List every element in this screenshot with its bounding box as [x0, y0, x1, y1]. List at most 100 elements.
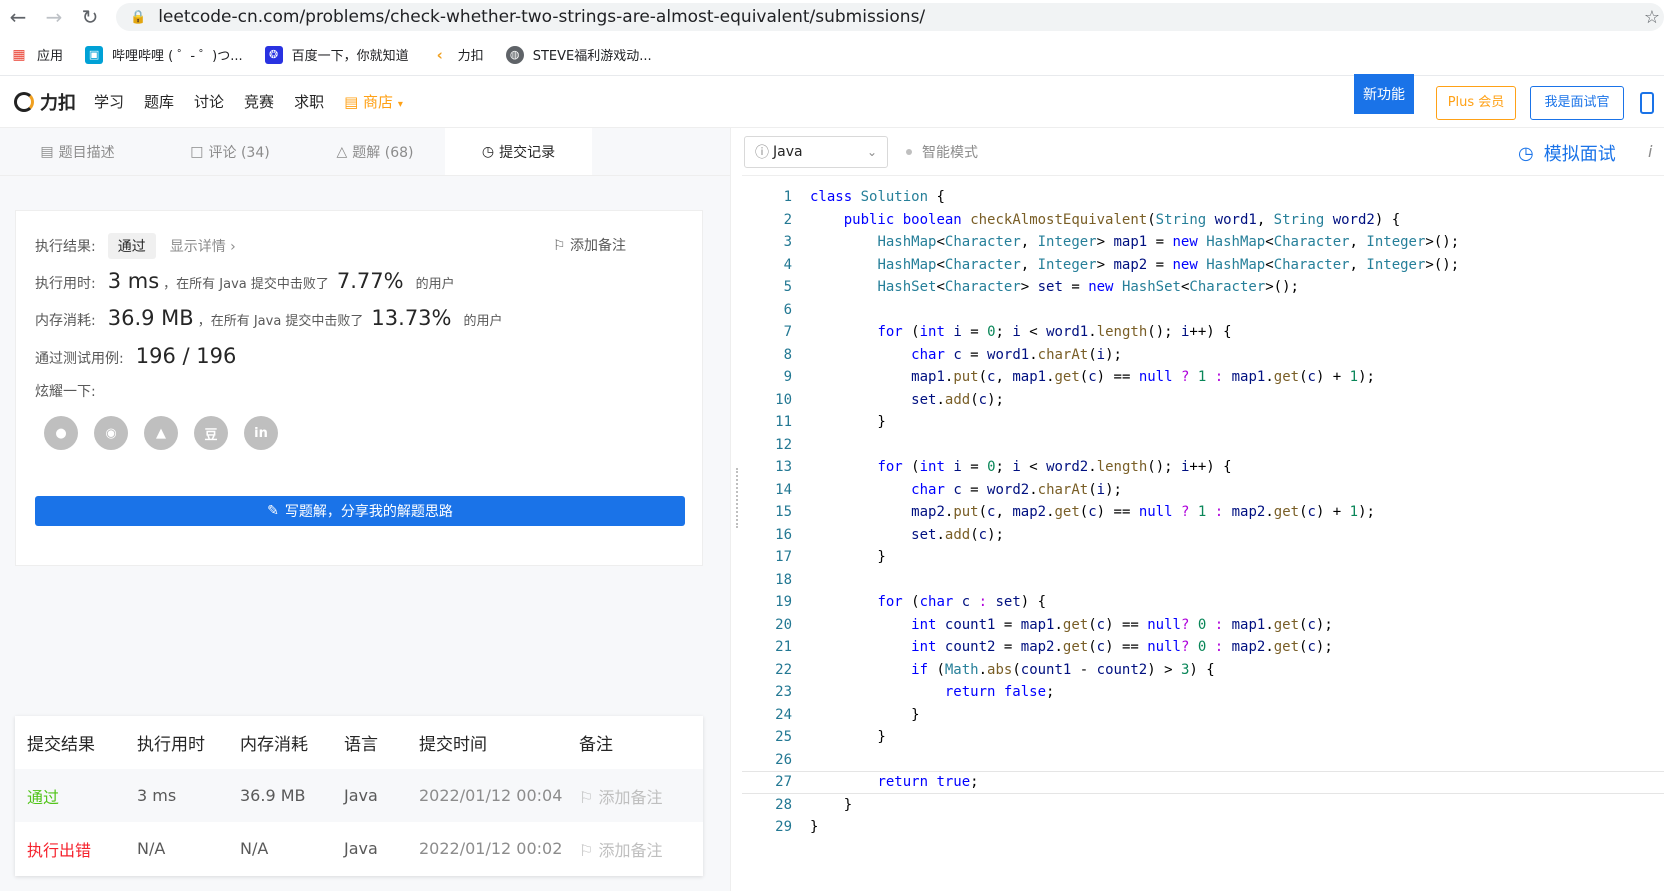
problem-tabs: ▤ 题目描述 □ 评论 (34) △ 题解 (68) ◷ 提交记录 — [0, 128, 730, 176]
code-line[interactable]: 20 int count1 = map1.get(c) == null? 0 :… — [742, 614, 1664, 637]
add-note-button[interactable]: ⚐ 添加备注 — [553, 235, 626, 255]
line-number: 14 — [775, 481, 792, 498]
interviewer-button[interactable]: 我是面试官 — [1530, 86, 1624, 120]
code-line[interactable]: 2 public boolean checkAlmostEquivalent(S… — [742, 209, 1664, 232]
code-line[interactable]: 14 char c = word2.charAt(i); — [742, 479, 1664, 502]
code-line[interactable]: 28 } — [742, 794, 1664, 817]
nav-discuss[interactable]: 讨论 — [194, 91, 224, 112]
code-line[interactable]: 4 HashMap<Character, Integer> map2 = new… — [742, 254, 1664, 277]
code-text: HashSet<Character> set = new HashSet<Cha… — [877, 279, 1299, 295]
table-row[interactable]: 通过 3 ms 36.9 MB Java 2022/01/12 00:04 ⚐ … — [15, 769, 703, 822]
language-select[interactable]: ⓘ Java ⌄ — [744, 135, 888, 168]
reload-icon[interactable]: ↻ — [72, 5, 108, 29]
nav-learn[interactable]: 学习 — [94, 91, 124, 112]
row-status[interactable]: 通过 — [15, 784, 125, 808]
linkedin-icon[interactable]: in — [244, 416, 278, 450]
table-row[interactable]: 执行出错 N/A N/A Java 2022/01/12 00:02 ⚐ 添加备… — [15, 822, 703, 875]
write-solution-button[interactable]: ✎ 写题解，分享我的解题思路 — [35, 496, 685, 526]
code-line[interactable]: 27 return true; — [742, 771, 1664, 794]
runtime-percent: 7.77% — [336, 269, 404, 293]
plus-member-button[interactable]: Plus 会员 — [1436, 86, 1516, 120]
code-area[interactable]: 1 class Solution {2 public boolean checkA… — [742, 186, 1664, 839]
bookmark-steve[interactable]: ◍ STEVE福利游戏动... — [505, 45, 652, 64]
code-line[interactable]: 24 } — [742, 704, 1664, 727]
bookmark-leetcode[interactable]: ‹ 力扣 — [431, 45, 484, 65]
code-line[interactable]: 18 — [742, 569, 1664, 592]
row-language: Java — [344, 786, 378, 805]
code-line[interactable]: 25 } — [742, 726, 1664, 749]
mock-interview-button[interactable]: ◷ 模拟面试 — [1518, 140, 1616, 166]
line-number: 3 — [783, 234, 792, 250]
row-status[interactable]: 执行出错 — [15, 837, 125, 861]
leetcode-logo[interactable]: 力扣 — [14, 89, 76, 115]
qq-icon[interactable]: ▲ — [144, 416, 178, 450]
code-line[interactable]: 19 for (char c : set) { — [742, 591, 1664, 614]
row-runtime: N/A — [137, 839, 166, 858]
new-feature-badge[interactable]: 新功能 — [1354, 74, 1414, 114]
info-icon[interactable]: i — [1648, 142, 1652, 161]
row-add-note[interactable]: ⚐ 添加备注 — [567, 837, 703, 861]
code-line[interactable]: 1 class Solution { — [742, 186, 1664, 209]
shop-label: 商店 — [363, 93, 394, 111]
code-line[interactable]: 15 map2.put(c, map2.get(c) == null ? 1 :… — [742, 501, 1664, 524]
code-text: public boolean checkAlmostEquivalent(Str… — [843, 211, 1401, 228]
bookmark-apps[interactable]: ▦ 应用 — [10, 45, 63, 65]
code-line[interactable]: 9 map1.put(c, map1.get(c) == null ? 1 : … — [742, 366, 1664, 389]
nav-jobs[interactable]: 求职 — [294, 91, 324, 112]
code-line[interactable]: 17 } — [742, 546, 1664, 569]
code-line[interactable]: 23 return false; — [742, 681, 1664, 704]
nav-contest[interactable]: 竞赛 — [244, 91, 274, 112]
code-line[interactable]: 12 — [742, 434, 1664, 457]
douban-icon[interactable]: 豆 — [194, 416, 228, 450]
code-line[interactable]: 22 if (Math.abs(count1 - count2) > 3) { — [742, 659, 1664, 682]
leetcode-icon: ‹ — [436, 45, 443, 64]
row-add-note[interactable]: ⚐ 添加备注 — [567, 784, 703, 808]
code-line[interactable]: 16 set.add(c); — [742, 524, 1664, 547]
code-line[interactable]: 7 for (int i = 0; i < word1.length(); i+… — [742, 321, 1664, 344]
code-text: class Solution { — [810, 189, 945, 205]
panel-resizer[interactable] — [730, 128, 742, 891]
back-arrow-icon[interactable]: ← — [0, 5, 36, 29]
line-number: 8 — [783, 346, 792, 363]
bookmark-baidu[interactable]: ❂ 百度一下，你就知道 — [264, 45, 409, 64]
chevron-down-icon: ▾ — [397, 99, 403, 110]
smart-mode-label: 智能模式 — [922, 144, 978, 161]
code-line[interactable]: 13 for (int i = 0; i < word2.length(); i… — [742, 456, 1664, 479]
line-number: 13 — [775, 459, 792, 475]
show-detail-link[interactable]: 显示详情 › — [170, 236, 236, 256]
tests-label: 通过测试用例: — [35, 351, 124, 367]
forward-arrow-icon[interactable]: → — [36, 5, 72, 29]
code-text: for (int i = 0; i < word2.length(); i++)… — [877, 459, 1232, 475]
code-line[interactable]: 8 char c = word1.charAt(i); — [742, 344, 1664, 367]
bookmarks-bar: ▦ 应用 ▣ 哔哩哔哩 ( ゜- ゜)つ... ❂ 百度一下，你就知道 ‹ 力扣… — [0, 34, 1664, 76]
tab-comments[interactable]: □ 评论 (34) — [155, 128, 305, 175]
header-status: 提交结果 — [27, 735, 95, 755]
code-line[interactable]: 21 int count2 = map2.get(c) == null? 0 :… — [742, 636, 1664, 659]
code-line[interactable]: 26 — [742, 749, 1664, 772]
bookmark-star-icon[interactable]: ☆ — [1644, 7, 1660, 28]
flag-icon: ⚐ — [552, 238, 566, 254]
code-line[interactable]: 6 — [742, 299, 1664, 322]
tab-solutions[interactable]: △ 题解 (68) — [305, 128, 445, 175]
smart-mode-toggle[interactable]: 智能模式 — [906, 142, 978, 162]
nav-problems[interactable]: 题库 — [144, 91, 174, 112]
code-line[interactable]: 11 } — [742, 411, 1664, 434]
code-line[interactable]: 5 HashSet<Character> set = new HashSet<C… — [742, 276, 1664, 299]
wechat-icon[interactable]: ● — [44, 416, 78, 450]
drag-handle-icon[interactable] — [736, 468, 738, 528]
mobile-icon[interactable] — [1640, 92, 1654, 114]
code-line[interactable]: 3 HashMap<Character, Integer> map1 = new… — [742, 231, 1664, 254]
code-line[interactable]: 29} — [742, 816, 1664, 839]
line-number: 23 — [775, 684, 792, 700]
bookmark-bilibili[interactable]: ▣ 哔哩哔哩 ( ゜- ゜)つ... — [85, 45, 243, 64]
tab-submissions[interactable]: ◷ 提交记录 — [445, 128, 592, 175]
weibo-icon[interactable]: ◉ — [94, 416, 128, 450]
alarm-clock-icon: ◷ — [1518, 142, 1534, 164]
tab-description[interactable]: ▤ 题目描述 — [0, 128, 155, 175]
nav-shop[interactable]: ▤ 商店 ▾ — [344, 91, 403, 112]
code-line[interactable]: 10 set.add(c); — [742, 389, 1664, 412]
runtime-text: ，在所有 Java 提交中击败了 — [163, 277, 329, 292]
address-bar[interactable]: 🔒 leetcode-cn.com/problems/check-whether… — [116, 3, 1664, 31]
line-number: 21 — [775, 639, 792, 655]
